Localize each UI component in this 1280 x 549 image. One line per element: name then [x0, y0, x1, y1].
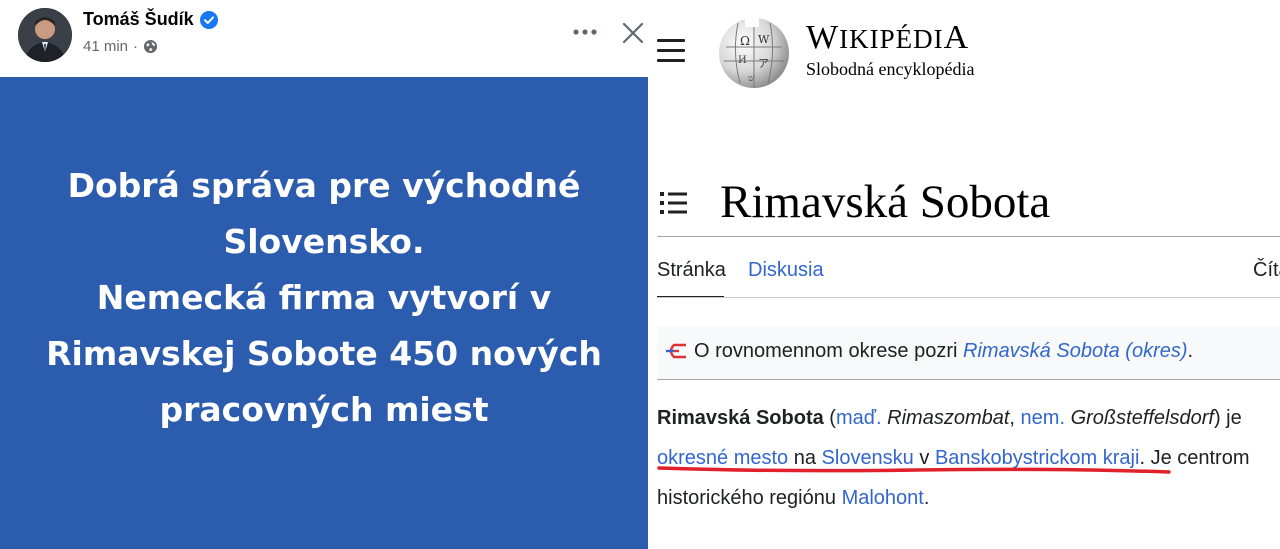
page-tabs: Stránka Diskusia Číta [657, 258, 1280, 298]
more-options-icon[interactable] [568, 18, 602, 46]
facebook-post: Tomáš Šudík 41 min · Dobrá správa pre vý… [0, 0, 648, 549]
close-icon[interactable] [616, 16, 650, 50]
wordmark-title: WIKIPÉDIA [806, 19, 970, 56]
lead-line-2: okresné mesto na Slovensku v Banskobystr… [657, 447, 1250, 469]
menu-icon[interactable] [657, 39, 685, 67]
lead-line-3: historického regiónu Malohont. [657, 487, 930, 509]
hatnote-link[interactable]: Rimavská Sobota (okres) [963, 340, 1188, 362]
meta-separator: · [133, 38, 139, 55]
page-title: Rimavská Sobota [720, 176, 1051, 228]
link-nemecky[interactable]: nem. [1021, 407, 1065, 429]
post-headline: Dobrá správa pre východné Slovensko. Nem… [24, 158, 624, 438]
lead-line-1: Rimavská Sobota (maď. Rimaszombat, nem. … [657, 407, 1242, 429]
headline-line: Dobrá správa pre východné [67, 165, 581, 205]
wikipedia-wordmark[interactable]: WIKIPÉDIA Slobodná encyklopédia [806, 18, 974, 79]
wordmark-tagline: Slobodná encyklopédia [806, 59, 975, 79]
disambiguation-icon [665, 342, 687, 360]
verified-badge-icon [199, 10, 218, 29]
headline-line: Nemecká firma vytvorí v [96, 277, 552, 317]
svg-text:ア: ア [758, 57, 769, 70]
tab-read[interactable]: Číta [1253, 258, 1280, 282]
link-slovensko[interactable]: Slovensku [822, 447, 914, 469]
post-text-card: Dobrá správa pre východné Slovensko. Nem… [0, 77, 648, 549]
author-row: Tomáš Šudík [83, 9, 218, 30]
headline-line: Rimavskej Sobote 450 nových [46, 333, 602, 373]
table-of-contents-icon[interactable] [659, 190, 689, 216]
hatnote: O rovnomennom okrese pozri Rimavská Sobo… [657, 326, 1280, 380]
svg-text:W: W [758, 33, 770, 46]
link-banskobystricky-kraj[interactable]: Banskobystrickom kraji [935, 447, 1140, 469]
german-name: Großsteffelsdorf [1070, 407, 1214, 429]
headline-line: pracovných miest [159, 389, 489, 429]
post-header: Tomáš Šudík 41 min · [0, 0, 648, 77]
tab-page[interactable]: Stránka [657, 258, 726, 282]
wikipedia-page: Ω W И ア ש WIKIPÉDIA Slobodná encyklopédi… [648, 0, 1280, 549]
title-divider [657, 236, 1280, 237]
svg-text:Ω: Ω [740, 34, 750, 48]
globe-icon [143, 39, 158, 54]
svg-text:И: И [738, 55, 747, 66]
link-malohont[interactable]: Malohont [842, 487, 924, 509]
hatnote-text: O rovnomennom okrese pozri Rimavská Sobo… [694, 340, 1194, 362]
hungarian-name: Rimaszombat [887, 407, 1010, 429]
lead-paragraph: Rimavská Sobota (maď. Rimaszombat, nem. … [657, 398, 1280, 518]
post-timestamp[interactable]: 41 min [83, 38, 128, 55]
wikipedia-globe-logo[interactable]: Ω W И ア ש [714, 11, 794, 91]
svg-text:ש: ש [748, 74, 755, 84]
link-madarsky[interactable]: maď. [836, 407, 882, 429]
link-okresne-mesto[interactable]: okresné mesto [657, 447, 788, 469]
headline-line: Slovensko. [223, 221, 425, 261]
author-name[interactable]: Tomáš Šudík [83, 9, 194, 30]
post-meta: 41 min · [83, 38, 158, 55]
author-avatar[interactable] [18, 8, 72, 62]
tab-talk[interactable]: Diskusia [748, 258, 824, 282]
article-subject: Rimavská Sobota [657, 407, 824, 429]
tabs-divider [657, 297, 1280, 298]
